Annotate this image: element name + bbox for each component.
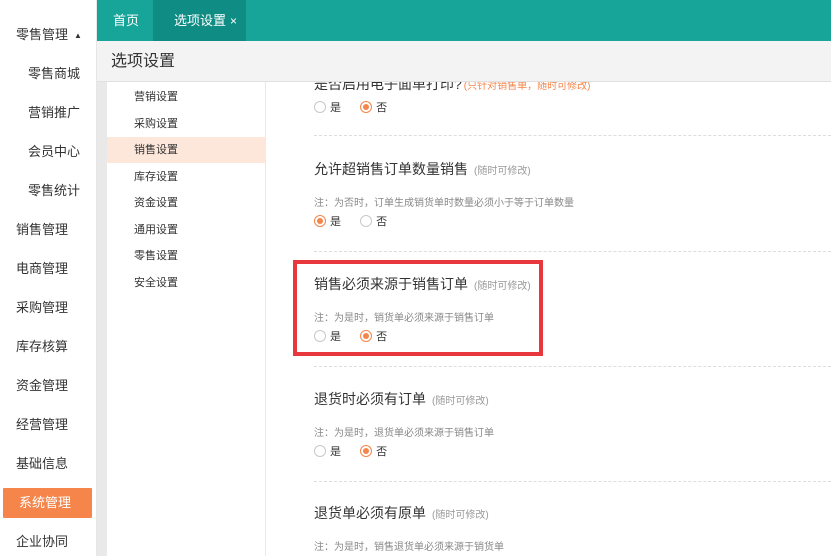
caret-up-icon: ▲ [74,31,82,40]
sidebar-item-member-center[interactable]: 会员中心 [0,137,96,167]
sidebar-item-label: 营销推广 [28,105,81,120]
sidebar-item-label: 基础信息 [16,456,69,471]
sidebar-item-operations[interactable]: 经营管理 [0,410,96,440]
sidebar-item-label: 会员中心 [28,144,81,159]
sidebar-item-cut[interactable] [0,0,96,8]
tab-options-settings[interactable]: 选项设置 × [153,0,246,41]
section-note: 注：为是时，销售退货单必须来源于销货单 [314,542,504,553]
section-note: 注：为否时，订单生成销货单时数量必须小于等于订单数量 [314,198,574,209]
radio-label: 是 [330,446,341,458]
radio-circle-icon [360,101,373,113]
main-sidebar: 零售管理 ▲ 零售商城 营销推广 会员中心 零售统计 销售管理 电商管理 采购管理… [0,0,97,556]
radio-label: 否 [376,446,388,458]
section-divider [314,251,831,252]
sidebar-item-retail-mall[interactable]: 零售商城 [0,59,96,89]
app-window: 零售管理 ▲ 零售商城 营销推广 会员中心 零售统计 销售管理 电商管理 采购管理… [0,0,831,556]
section-title-text: 是否启用电子面单打印? [314,82,462,92]
radio-circle-icon [314,101,326,113]
radio-yes[interactable]: 是 [314,443,341,459]
page-title: 选项设置 [111,53,176,70]
subnav-item-general[interactable]: 通用设置 [107,217,266,243]
section-hint: (只针对销售单，随时可修改) [463,82,591,92]
radio-no[interactable]: 否 [360,213,387,229]
subnav-item-purchase[interactable]: 采购设置 [107,111,266,137]
sidebar-item-retail[interactable]: 零售管理 ▲ [0,20,96,50]
radio-label: 是 [330,102,341,114]
radio-circle-icon [314,445,326,457]
section-title: 是否启用电子面单打印? (只针对销售单，随时可修改) [314,82,590,94]
sidebar-item-label: 零售管理 [16,27,69,42]
radio-circle-icon [314,215,326,227]
settings-subnav: 营销设置 采购设置 销售设置 库存设置 资金设置 通用设置 零售设置 安全设置 [107,82,266,556]
section-title-text: 允许超销售订单数量销售 [314,161,468,177]
radio-yes[interactable]: 是 [314,213,341,229]
radio-circle-icon [360,445,373,457]
radio-no[interactable]: 否 [360,99,387,115]
radio-label: 是 [330,216,341,228]
sidebar-item-label: 库存核算 [16,339,69,354]
radio-label: 否 [376,216,388,228]
sidebar-item-label: 零售商城 [28,66,81,81]
subnav-item-funds[interactable]: 资金设置 [107,190,266,216]
radio-group: 是 否 [314,99,403,115]
sidebar-item-retail-stats[interactable]: 零售统计 [0,176,96,206]
highlight-box [293,260,543,356]
sidebar-item-collaboration[interactable]: 企业协同 [0,527,96,556]
sidebar-item-label: 企业协同 [16,534,69,549]
sidebar-item-purchase[interactable]: 采购管理 [0,293,96,323]
sidebar-item-label: 电商管理 [16,261,69,276]
sidebar-item-funds[interactable]: 资金管理 [0,371,96,401]
subnav-item-sales[interactable]: 销售设置 [107,137,266,163]
sidebar-item-basic-info[interactable]: 基础信息 [0,449,96,479]
section-title-text: 退货时必须有订单 [314,391,426,407]
radio-circle-icon [360,215,373,227]
sidebar-gutter [97,0,107,556]
sidebar-item-sales[interactable]: 销售管理 [0,215,96,245]
radio-group: 是 否 [314,443,403,459]
sidebar-item-label: 经营管理 [16,417,69,432]
sidebar-item-label: 系统管理 [19,495,72,510]
section-hint: (随时可修改) [474,166,531,177]
close-icon[interactable]: × [230,14,237,28]
section-hint: (随时可修改) [432,510,489,521]
section-divider [314,135,831,136]
sidebar-item-label: 零售统计 [28,183,81,198]
tab-bar: 首页 选项设置 × [97,0,831,41]
section-hint: (随时可修改) [432,396,489,407]
tab-home[interactable]: 首页 [113,0,139,41]
sidebar-item-ecommerce[interactable]: 电商管理 [0,254,96,284]
page-header: 选项设置 [97,41,831,82]
radio-label: 否 [376,102,388,114]
subnav-item-retail[interactable]: 零售设置 [107,243,266,269]
sidebar-item-label: 资金管理 [16,378,69,393]
section-title: 允许超销售订单数量销售 (随时可修改) [314,159,531,179]
sidebar-item-label: 采购管理 [16,300,69,315]
sidebar-item-system[interactable]: 系统管理 [3,488,92,518]
tab-label: 选项设置 [174,13,227,28]
radio-yes[interactable]: 是 [314,99,341,115]
section-note: 注：为是时，退货单必须来源于销售订单 [314,428,494,439]
sidebar-item-inventory[interactable]: 库存核算 [0,332,96,362]
section-divider [314,366,831,367]
subnav-item-security[interactable]: 安全设置 [107,270,266,296]
subnav-item-inventory[interactable]: 库存设置 [107,164,266,190]
subnav-item-marketing[interactable]: 营销设置 [107,84,266,110]
radio-group: 是 否 [314,213,403,229]
section-title: 退货时必须有订单 (随时可修改) [314,389,489,409]
section-divider [314,481,831,482]
sidebar-item-label: 销售管理 [16,222,69,237]
section-title: 退货单必须有原单 (随时可修改) [314,503,489,523]
radio-no[interactable]: 否 [360,443,387,459]
sidebar-item-marketing[interactable]: 营销推广 [0,98,96,128]
section-title-text: 退货单必须有原单 [314,505,426,521]
